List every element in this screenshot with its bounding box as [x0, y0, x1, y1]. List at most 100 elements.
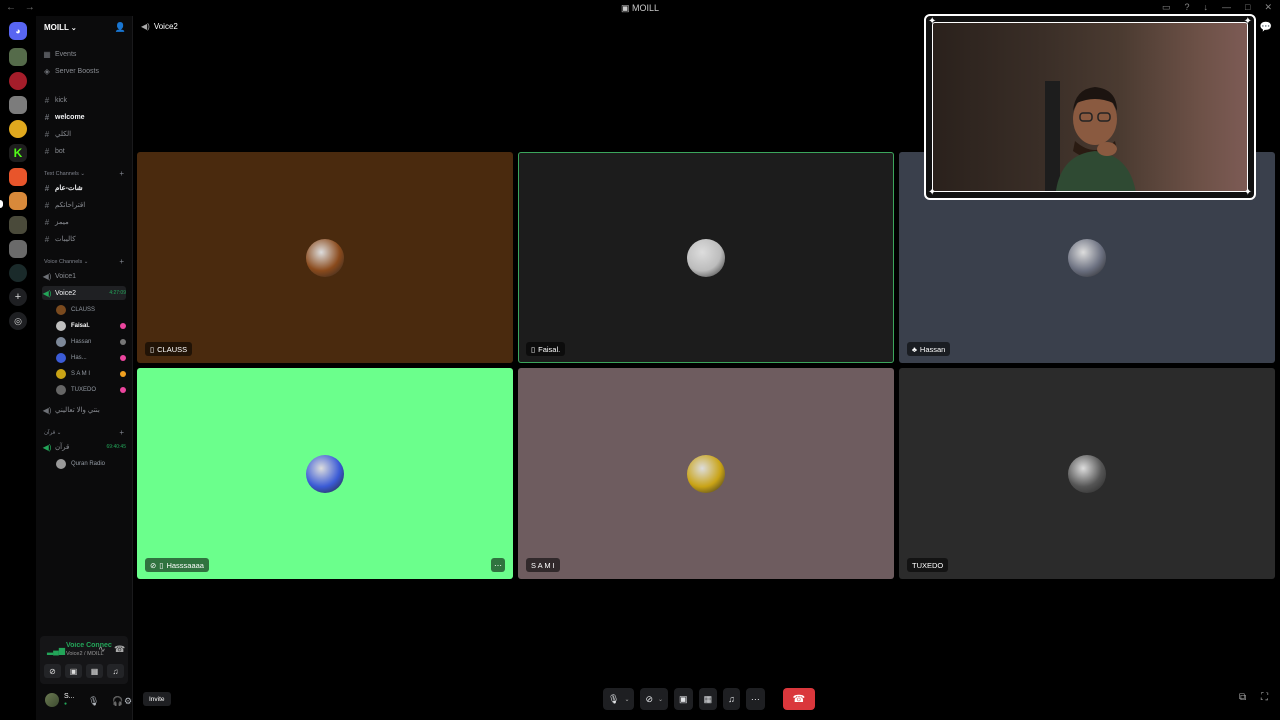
avatar[interactable] [45, 693, 59, 707]
explore-icon[interactable]: ◎ [9, 312, 27, 330]
speaker-icon: ◀) [42, 405, 52, 415]
corner-star-icon: ✦ [928, 187, 937, 198]
help-icon[interactable]: ? [1185, 2, 1190, 13]
sidebar-item-events[interactable]: ▦ Events [42, 47, 126, 61]
voice-member-4[interactable]: Has... [56, 351, 126, 365]
camera-off-icon: ⊘ [150, 560, 157, 570]
camera-off-icon[interactable]: ⊘ [44, 664, 61, 678]
participant-tile-2[interactable]: ▯ Faisal. [518, 152, 894, 363]
maximize-icon[interactable]: □ [1245, 2, 1250, 13]
corner-star-icon: ✦ [928, 16, 937, 27]
close-icon[interactable]: ✕ [1264, 2, 1272, 13]
voice-member-5[interactable]: S A M I [56, 367, 126, 381]
category-text-channels[interactable]: Text Channels ⌄ + [44, 170, 124, 178]
channel-name: قرآن [55, 444, 70, 451]
category-quran[interactable]: قرآن ⌄ + [44, 429, 124, 437]
channel-text-4[interactable]: # كاليبات [42, 232, 126, 246]
channel-3[interactable]: # الكلي [42, 127, 126, 141]
minimize-icon[interactable]: — [1222, 2, 1231, 13]
channel-name: بنتي والا تعاليني [55, 407, 100, 414]
kick-server-icon[interactable]: K [9, 144, 27, 162]
voice-member-quran-radio[interactable]: Quran Radio [56, 457, 126, 471]
voice-connected-panel: ▂▄▆ Voice Connecte Voice2 / MOILL ∿ ☎ ⊘ … [40, 636, 128, 684]
server-name-dropdown[interactable]: MOILL ⌄ [44, 23, 77, 32]
chat-icon[interactable]: 💬 [1260, 22, 1272, 33]
channel-title: Voice2 [153, 22, 178, 31]
voice-channel-afk[interactable]: ◀) بنتي والا تعاليني [42, 403, 126, 417]
voice-member-2[interactable]: Faisal. [56, 319, 126, 333]
more-button[interactable]: ⋯ [745, 688, 765, 710]
voice-member-3[interactable]: Hassan [56, 335, 126, 349]
channel-bot[interactable]: # bot [42, 144, 126, 158]
add-channel-icon[interactable]: + [119, 429, 124, 437]
chevron-down-icon[interactable]: ⌄ [624, 696, 629, 703]
participant-tile-1[interactable]: ▯ CLAUSS [137, 152, 513, 363]
add-channel-icon[interactable]: + [119, 258, 124, 266]
avatar [1068, 454, 1106, 493]
server-icon-8[interactable] [9, 216, 27, 234]
participant-tile-6[interactable]: TUXEDO [899, 368, 1275, 579]
activities-button[interactable]: ▦ [698, 688, 718, 710]
pop-out-icon[interactable]: ⧉ [1239, 692, 1246, 703]
voice-channel-quran[interactable]: ◀) قرآن 69:40:45 [42, 440, 126, 454]
download-icon[interactable]: ↓ [1204, 2, 1209, 13]
voice-member-6[interactable]: TUXEDO [56, 383, 126, 397]
server-icon-2[interactable] [9, 72, 27, 90]
category-voice-channels[interactable]: Voice Channels ⌄ + [44, 258, 124, 266]
server-icon-7[interactable] [9, 192, 27, 210]
channel-text-1[interactable]: # شات-عام [42, 181, 126, 195]
noise-suppression-icon[interactable]: ∿ [98, 644, 106, 655]
participant-tile-5[interactable]: S A M I [518, 368, 894, 579]
fullscreen-icon[interactable]: ⛶ [1261, 692, 1268, 703]
server-icon-4[interactable] [9, 120, 27, 138]
disconnect-icon[interactable]: ☎ [114, 644, 125, 655]
server-icon-6[interactable] [9, 168, 27, 186]
unread-pill [0, 200, 3, 208]
activity-badge [120, 387, 126, 393]
chevron-down-icon: ⌄ [70, 25, 77, 32]
camera-off-icon: ⊘ [645, 693, 654, 704]
participant-tile-4[interactable]: ⊘ ▯ Hasssaaaa ⋯ [137, 368, 513, 579]
voice-channel-voice1[interactable]: ◀) Voice1 [42, 269, 126, 283]
channel-text-2[interactable]: # اقتراحاتكم [42, 198, 126, 212]
disconnect-button[interactable]: ☎ [782, 688, 815, 710]
channel-text-3[interactable]: # ميمز [42, 215, 126, 229]
discord-home-icon[interactable]: ◕ [9, 22, 27, 40]
inbox-icon[interactable]: ▭ [1162, 2, 1171, 13]
channel-kick[interactable]: # kick [42, 93, 126, 107]
channel-name: كاليبات [55, 236, 76, 243]
more-options-icon[interactable]: ⋯ [491, 558, 505, 572]
avatar [56, 321, 66, 331]
add-channel-icon[interactable]: + [119, 170, 124, 178]
voice-channel-voice2[interactable]: ◀) Voice2 4:27:09 [42, 286, 126, 300]
soundboard-button[interactable]: ♫ [723, 688, 740, 710]
headphones-icon[interactable]: 🎧 [112, 696, 123, 707]
participant-name: Faisal. [538, 344, 561, 354]
server-icon-10[interactable] [9, 264, 27, 282]
server-icon-9[interactable] [9, 240, 27, 258]
invite-people-icon[interactable]: 👤 [115, 22, 126, 33]
soundboard-icon[interactable]: ♫ [107, 664, 124, 678]
avatar [306, 454, 344, 493]
invite-button[interactable]: Invite [143, 692, 171, 706]
settings-icon[interactable]: ⚙ [124, 696, 132, 707]
member-name: CLAUSS [71, 307, 96, 313]
screen-share-button[interactable]: ▣ [674, 688, 693, 710]
add-server-icon[interactable]: + [9, 288, 27, 306]
member-name: Faisal. [71, 323, 90, 329]
channel-welcome[interactable]: # welcome [42, 110, 126, 124]
activities-icon[interactable]: ▦ [86, 664, 103, 678]
voice-member-1[interactable]: CLAUSS [56, 303, 126, 317]
chevron-down-icon[interactable]: ⌄ [658, 696, 663, 703]
category-label: قرآن [44, 430, 56, 436]
screen-share-icon[interactable]: ▣ [65, 664, 82, 678]
mute-button[interactable]: 🎙 ⌄ [603, 688, 635, 710]
channel-name: kick [55, 96, 68, 104]
camera-button[interactable]: ⊘ ⌄ [640, 688, 669, 710]
microphone-icon[interactable]: 🎙 [88, 696, 99, 707]
sidebar-item-server-boosts[interactable]: ◈ Server Boosts [42, 64, 126, 78]
server-icon-1[interactable] [9, 48, 27, 66]
server-icon-3[interactable] [9, 96, 27, 114]
participant-name: Hassan [919, 344, 946, 354]
avatar [56, 337, 66, 347]
